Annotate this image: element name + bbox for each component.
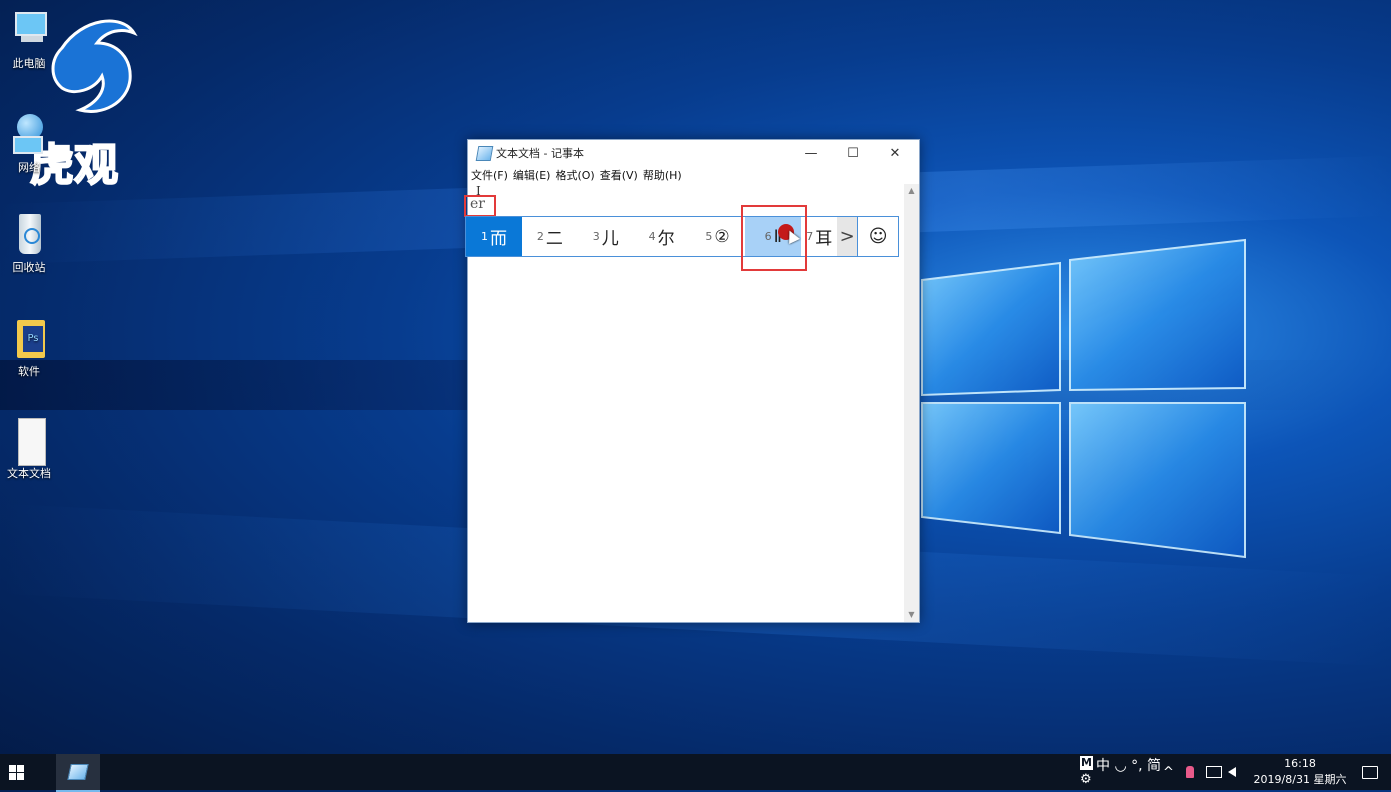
text-file-icon [9,418,49,466]
tray-expand-button[interactable]: ^ [1163,754,1174,790]
menu-file[interactable]: 文件(F) [471,167,508,183]
desktop-icon-text-document[interactable]: 文本文档 [0,418,58,481]
menu-format[interactable]: 格式(O) [555,167,594,183]
recycle-bin-icon [9,212,49,256]
desktop-icon-network[interactable]: 网络 [0,112,58,175]
ime-status[interactable]: 中 ◡ °, 简 [1096,755,1161,775]
minimize-icon: — [804,145,818,161]
network-icon [9,112,49,156]
maximize-button[interactable]: ☐ [832,140,874,166]
smiley-icon: ☺ [868,226,888,247]
minimize-button[interactable]: — [790,140,832,166]
chevron-right-icon: > [839,226,855,247]
close-icon: ✕ [889,145,901,161]
candidate-2[interactable]: 2二 [522,217,578,256]
desktop-icon-recycle-bin[interactable]: 回收站 [0,212,58,275]
start-button[interactable] [0,754,32,790]
candidate-5[interactable]: 5② [690,217,746,256]
candidate-3[interactable]: 3儿 [578,217,634,256]
vertical-scrollbar[interactable]: ▲ ▼ [904,184,919,622]
notepad-icon [67,764,89,780]
candidate-4[interactable]: 4尔 [634,217,690,256]
ime-candidate-window[interactable]: 1而 2二 3儿 4尔 5② 6Ⅱ 7耳 > ☺ [465,216,899,257]
menu-bar: 文件(F) 编辑(E) 格式(O) 查看(V) 帮助(H) [468,166,919,184]
network-tray-icon[interactable] [1206,754,1222,790]
volume-icon[interactable] [1228,754,1236,790]
next-page-button[interactable]: > [837,217,858,256]
desktop-icon-label: 回收站 [12,261,46,274]
menu-view[interactable]: 查看(V) [600,167,638,183]
taskbar-notepad-button[interactable] [56,754,100,792]
taskbar: M 中 ◡ °, 简 ⚙ ^ 16:18 2019/8/31 星期六 [0,754,1391,792]
desktop-icon-software[interactable]: Ps 软件 [0,316,58,379]
desktop-icon-label: 此电脑 [12,57,46,70]
notification-icon [1362,765,1378,779]
notepad-window[interactable]: 文本文档 - 记事本 — ☐ ✕ 文件(F) 编辑(E) 格式(O) 查看(V)… [467,139,920,623]
computer-icon [9,8,49,52]
highlight-box-composition [464,195,496,217]
notepad-title-bar[interactable]: 文本文档 - 记事本 — ☐ ✕ [468,140,919,166]
clock[interactable]: 16:18 2019/8/31 星期六 [1250,756,1350,788]
windows-logo-wallpaper [921,238,1246,559]
tray-app-icon[interactable] [1186,754,1194,790]
scroll-down-icon[interactable]: ▼ [904,608,919,622]
gear-icon[interactable]: ⚙ [1080,772,1092,787]
clock-date: 2019/8/31 星期六 [1253,773,1347,786]
desktop-icon-label: 软件 [18,365,40,378]
candidate-1[interactable]: 1而 [466,217,522,256]
desktop-icon-this-pc[interactable]: 此电脑 [0,8,58,71]
folder-icon: Ps [9,316,49,360]
chevron-up-icon: ^ [1163,764,1174,780]
window-title: 文本文档 - 记事本 [496,147,584,160]
desktop-icon-label: 文本文档 [7,467,51,480]
maximize-icon: ☐ [847,145,859,161]
windows-start-icon [8,764,24,780]
action-center-button[interactable] [1362,754,1378,790]
menu-help[interactable]: 帮助(H) [643,167,682,183]
emoji-button[interactable]: ☺ [857,217,898,256]
ime-mode-badge[interactable]: M [1080,756,1093,770]
desktop-icon-label: 网络 [18,161,40,174]
notepad-icon [475,145,494,161]
close-button[interactable]: ✕ [874,140,916,166]
clock-time: 16:18 [1284,757,1316,770]
scroll-up-icon[interactable]: ▲ [904,184,919,198]
menu-edit[interactable]: 编辑(E) [513,167,551,183]
